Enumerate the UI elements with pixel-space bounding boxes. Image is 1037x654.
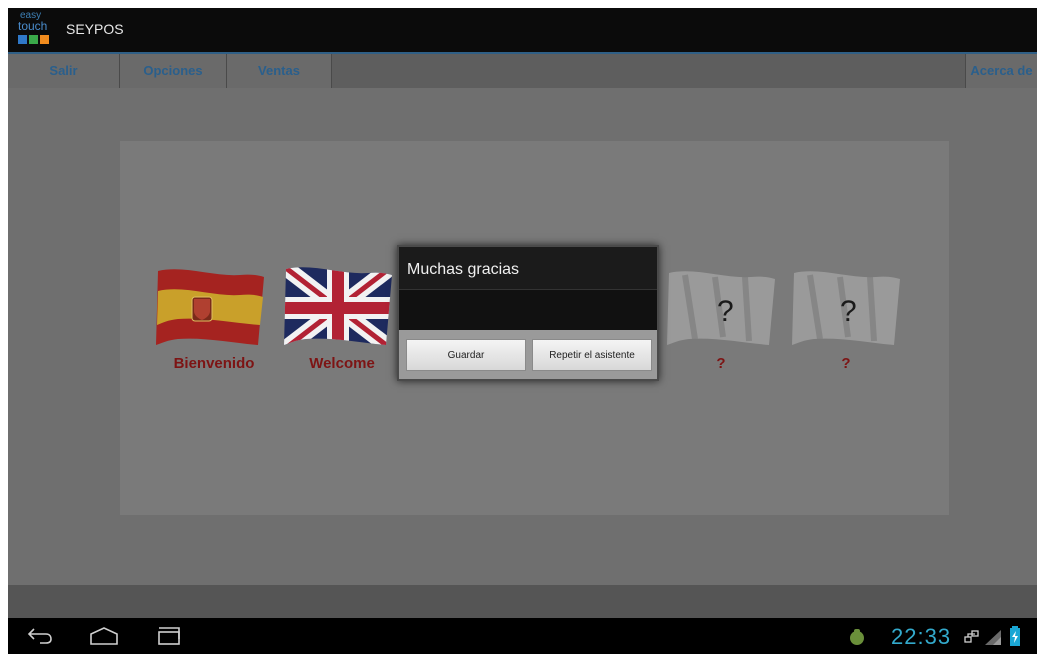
screen: easy touch SEYPOS Salir Opciones Ventas …: [8, 8, 1037, 654]
logo-text-bottom: touch: [18, 19, 48, 33]
menu-ventas[interactable]: Ventas: [227, 54, 332, 88]
svg-text:?: ?: [840, 295, 857, 328]
menu-acerca-de[interactable]: Acerca de: [965, 54, 1037, 88]
title-bar: easy touch SEYPOS: [8, 8, 1037, 52]
menu-spacer: [332, 54, 965, 88]
recent-apps-icon[interactable]: [154, 625, 184, 647]
dialog-body: [399, 290, 657, 330]
logo-square-blue: [18, 35, 27, 44]
unknown-flag-icon[interactable]: ?: [665, 265, 777, 351]
svg-text:?: ?: [717, 295, 734, 328]
logo-square-orange: [40, 35, 49, 44]
battery-icon: [1010, 626, 1020, 646]
uk-flag-icon[interactable]: [282, 265, 394, 351]
language-label-es: Bienvenido: [173, 355, 255, 372]
back-icon[interactable]: [26, 626, 54, 646]
language-label-unknown-2: ?: [841, 355, 851, 372]
network-icon: [964, 630, 979, 643]
repeat-wizard-button[interactable]: Repetir el asistente: [532, 339, 652, 371]
home-icon[interactable]: [88, 625, 120, 647]
dialog-header: Muchas gracias: [399, 247, 657, 290]
thanks-dialog: Muchas gracias Guardar Repetir el asiste…: [397, 245, 659, 381]
spain-flag-icon[interactable]: [154, 265, 266, 351]
signal-icon: [985, 630, 1001, 645]
dialog-title: Muchas gracias: [407, 261, 520, 278]
unknown-flag-icon[interactable]: ?: [790, 265, 902, 351]
clock: 22:33: [891, 624, 952, 649]
menu-opciones[interactable]: Opciones: [120, 54, 227, 88]
android-debug-icon: [850, 629, 864, 645]
language-label-en: Welcome: [309, 355, 375, 372]
dialog-footer: Guardar Repetir el asistente: [399, 330, 657, 379]
app-logo: easy touch: [16, 11, 64, 49]
system-nav-bar: 22:33: [8, 618, 1037, 654]
menu-salir[interactable]: Salir: [8, 54, 120, 88]
bottom-strip: [8, 585, 1037, 618]
menu-bar: Salir Opciones Ventas Acerca de: [8, 52, 1037, 88]
app-title: SEYPOS: [66, 21, 124, 37]
language-label-unknown-1: ?: [716, 355, 726, 372]
logo-square-green: [29, 35, 38, 44]
save-button[interactable]: Guardar: [406, 339, 526, 371]
